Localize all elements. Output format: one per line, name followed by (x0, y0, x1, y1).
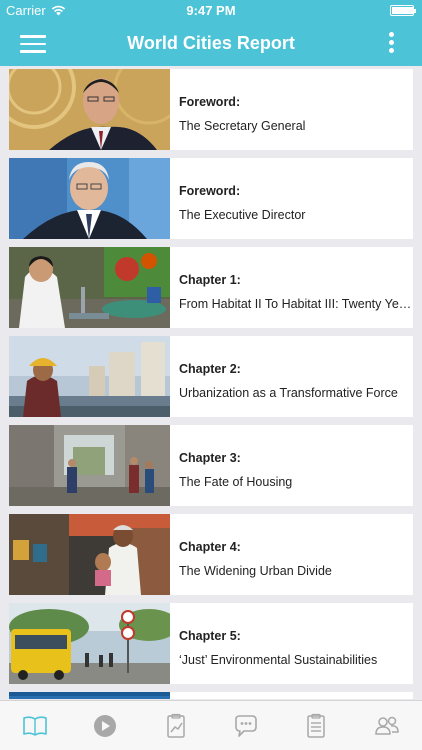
tab-chat[interactable] (211, 701, 281, 750)
tab-book[interactable] (0, 701, 70, 750)
card-subtitle: Urbanization as a Transformative Force (179, 386, 398, 400)
card-subtitle: The Fate of Housing (179, 475, 293, 489)
play-icon (94, 714, 117, 737)
book-icon (23, 715, 47, 736)
list-item[interactable]: Foreword: The Executive Director (9, 158, 413, 239)
list-item[interactable]: Foreword: The Secretary General (9, 69, 413, 150)
thumbnail-image (9, 603, 170, 684)
card-label: Chapter 2: (179, 362, 241, 376)
card-subtitle: From Habitat II To Habitat III: Twenty Y… (179, 297, 413, 311)
card-label: Chapter 5: (179, 629, 241, 643)
card-text: Chapter 1: From Habitat II To Habitat II… (170, 247, 413, 328)
status-time: 9:47 PM (186, 3, 236, 18)
nav-bar: World Cities Report (0, 22, 422, 66)
tab-bar (0, 700, 422, 750)
card-text: Chapter 2: Urbanization as a Transformat… (170, 336, 413, 417)
card-text: Chapter 5: ‘Just’ Environmental Sustaina… (170, 603, 413, 684)
thumbnail-image (9, 692, 170, 699)
vertical-ellipsis-icon[interactable] (386, 32, 396, 56)
card-text: Chapter 4: The Widening Urban Divide (170, 514, 413, 595)
card-label: Chapter 1: (179, 273, 241, 287)
people-icon (375, 716, 399, 735)
thumbnail-image (9, 514, 170, 595)
card-label: Chapter 4: (179, 540, 241, 554)
chart-clipboard-icon (167, 713, 185, 738)
thumbnail-image (9, 158, 170, 239)
status-bar: Carrier 9:47 PM (0, 0, 422, 22)
thumbnail-image (9, 247, 170, 328)
card-text: Foreword: The Executive Director (170, 158, 413, 239)
thumbnail-image (9, 336, 170, 417)
battery-icon (390, 5, 416, 16)
tab-play[interactable] (70, 701, 140, 750)
chapter-list[interactable]: Foreword: The Secretary General Foreword… (9, 69, 413, 699)
list-item[interactable]: Chapter 3: The Fate of Housing (9, 425, 413, 506)
thumbnail-image (9, 69, 170, 150)
page-title: World Cities Report (127, 33, 295, 53)
tab-checklist[interactable] (281, 701, 351, 750)
battery-level (392, 7, 413, 14)
tab-people[interactable] (352, 701, 422, 750)
card-subtitle: ‘Just’ Environmental Sustainabilities (179, 653, 378, 667)
card-subtitle: The Widening Urban Divide (179, 564, 332, 578)
list-item[interactable]: Chapter 2: Urbanization as a Transformat… (9, 336, 413, 417)
card-label: Chapter 3: (179, 451, 241, 465)
list-item[interactable]: Chapter 4: The Widening Urban Divide (9, 514, 413, 595)
card-label: Foreword: (179, 95, 241, 109)
tab-statistics[interactable] (141, 701, 211, 750)
thumbnail-image (9, 425, 170, 506)
list-item[interactable]: Chapter 1: From Habitat II To Habitat II… (9, 247, 413, 328)
chat-bubble-icon (235, 714, 257, 737)
list-item[interactable]: Chapter 5: ‘Just’ Environmental Sustaina… (9, 603, 413, 684)
card-text: Foreword: The Secretary General (170, 69, 413, 150)
list-item[interactable] (9, 692, 413, 699)
card-subtitle: The Secretary General (179, 119, 306, 133)
checklist-icon (307, 713, 326, 738)
card-label: Foreword: (179, 184, 241, 198)
card-text: Chapter 3: The Fate of Housing (170, 425, 413, 506)
card-subtitle: The Executive Director (179, 208, 306, 222)
